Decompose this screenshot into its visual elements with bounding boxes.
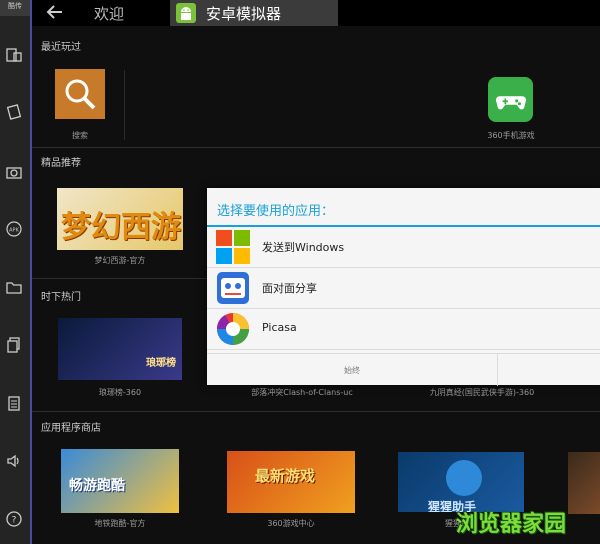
volume-icon[interactable] bbox=[5, 452, 23, 470]
section-recent-title: 最近玩过 bbox=[41, 42, 81, 53]
welcome-title[interactable]: 欢迎 bbox=[94, 3, 124, 24]
app-label-jiuyin: 九阴真经(国民武侠手游)-360 bbox=[429, 388, 535, 397]
site-watermark: 浏览器家园 bbox=[456, 512, 567, 537]
monkey-face-icon bbox=[446, 460, 482, 496]
option-label: Picasa bbox=[262, 321, 297, 334]
option-send-to-windows[interactable]: 发送到Windows bbox=[207, 227, 600, 268]
just-once-button[interactable] bbox=[497, 354, 600, 386]
app-label-clash: 部落冲突Clash-of-Clans-uc bbox=[251, 388, 353, 397]
divider bbox=[32, 147, 600, 148]
option-label: 面对面分享 bbox=[262, 282, 317, 295]
app-label-fantasy: 梦幻西游-官方 bbox=[94, 256, 146, 265]
app-360-games-tile[interactable] bbox=[488, 77, 533, 122]
app-chooser-dialog: 选择要使用的应用： 发送到Windows 面对面分享 Picasa 始终 bbox=[207, 188, 600, 386]
store-banner-monkey[interactable]: 猩猩助手 bbox=[398, 452, 524, 512]
banner-text: 琅琊榜 bbox=[146, 358, 176, 369]
tab-label: 安卓模拟器 bbox=[206, 5, 282, 23]
always-button[interactable]: 始终 bbox=[207, 354, 497, 386]
app-label-360-games: 360手机游戏 bbox=[487, 131, 535, 140]
back-arrow-icon[interactable] bbox=[46, 3, 64, 21]
apk-install-icon[interactable]: APK bbox=[5, 220, 23, 238]
section-hot-title: 时下热门 bbox=[41, 292, 81, 303]
rotate-screen-icon[interactable] bbox=[5, 46, 23, 64]
copy-icon[interactable] bbox=[5, 336, 23, 354]
store-banner-subway[interactable]: 畅游跑酷 bbox=[61, 449, 179, 513]
dialog-title: 选择要使用的应用： bbox=[217, 204, 335, 219]
windows-icon bbox=[215, 229, 251, 265]
store-banner-partial[interactable] bbox=[568, 452, 600, 514]
left-sidebar: 酷传 APK ? bbox=[0, 0, 32, 544]
hot-banner-langya[interactable]: 琅琊榜 bbox=[58, 318, 182, 380]
baidu-share-icon bbox=[215, 270, 251, 306]
camera-icon[interactable] bbox=[5, 163, 23, 181]
banner-text: 畅游跑酷 bbox=[69, 478, 125, 494]
section-featured-title: 精品推荐 bbox=[41, 158, 81, 169]
svg-text:?: ? bbox=[12, 516, 17, 526]
app-label-search: 搜索 bbox=[72, 131, 88, 140]
banner-text: 梦幻西游 bbox=[61, 210, 181, 245]
recent-separator bbox=[124, 70, 125, 140]
store-banner-360-center[interactable]: 最新游戏 bbox=[227, 451, 355, 513]
app-label-langya: 琅琊榜-360 bbox=[98, 388, 142, 397]
sidebar-top-label: 酷传 bbox=[0, 0, 30, 16]
section-store-title: 应用程序商店 bbox=[41, 423, 101, 434]
paste-icon[interactable] bbox=[5, 394, 23, 412]
gamepad-icon bbox=[495, 95, 526, 109]
folder-icon[interactable] bbox=[5, 278, 23, 296]
featured-banner-fantasy[interactable]: 梦幻西游 bbox=[57, 188, 183, 250]
svg-text:APK: APK bbox=[9, 228, 19, 234]
magnifier-icon bbox=[65, 79, 96, 110]
android-icon bbox=[176, 3, 196, 23]
help-icon[interactable]: ? bbox=[5, 510, 23, 528]
divider bbox=[32, 411, 600, 412]
top-bar: 欢迎 安卓模拟器 bbox=[32, 0, 600, 26]
app-label-360-center: 360游戏中心 bbox=[267, 519, 315, 528]
option-label: 发送到Windows bbox=[262, 241, 345, 254]
search-app-tile[interactable] bbox=[55, 69, 105, 119]
shake-icon[interactable] bbox=[5, 103, 23, 121]
dialog-footer: 始终 bbox=[207, 353, 600, 386]
option-face-to-face-share[interactable]: 面对面分享 bbox=[207, 268, 600, 309]
banner-text: 最新游戏 bbox=[255, 467, 316, 485]
tab-android-emulator[interactable]: 安卓模拟器 bbox=[170, 0, 338, 26]
option-picasa[interactable]: Picasa bbox=[207, 309, 600, 350]
app-label-subway: 地铁跑酷-官方 bbox=[94, 519, 146, 528]
picasa-icon bbox=[215, 311, 251, 347]
